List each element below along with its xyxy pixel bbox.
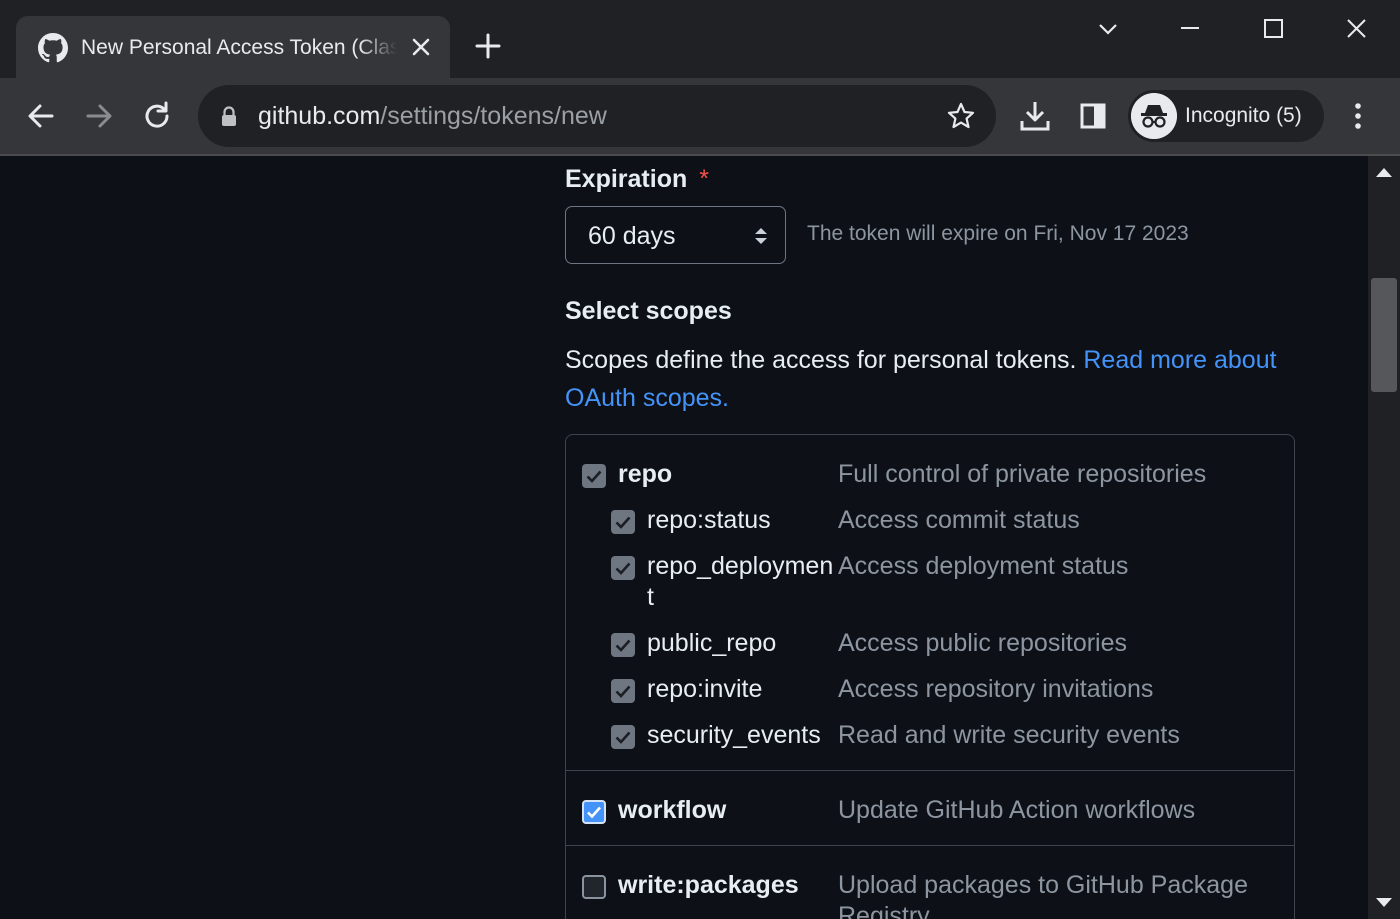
address-bar[interactable]: github.com/settings/tokens/new <box>198 85 996 147</box>
scope-checkbox-repo-deployment[interactable] <box>611 556 635 580</box>
close-icon[interactable] <box>408 34 434 60</box>
reload-icon[interactable] <box>137 96 177 136</box>
scope-name: public_repo <box>647 629 777 657</box>
minimize-icon[interactable] <box>1173 12 1207 46</box>
scope-description: Access commit status <box>838 506 1080 534</box>
incognito-profile-button[interactable]: Incognito (5) <box>1128 90 1324 142</box>
scopes-description: Scopes define the access for personal to… <box>565 346 1277 412</box>
check-icon <box>615 516 631 529</box>
check-icon <box>587 806 601 819</box>
required-marker: * <box>699 165 709 193</box>
scope-name: repo:status <box>647 506 771 534</box>
page-scrollbar[interactable] <box>1368 156 1400 919</box>
scope-group-divider <box>566 770 1294 771</box>
scope-checkbox-workflow[interactable] <box>582 800 606 824</box>
url-text[interactable]: github.com/settings/tokens/new <box>258 100 607 132</box>
side-panel-icon[interactable] <box>1073 96 1113 136</box>
download-icon[interactable] <box>1015 96 1055 136</box>
scope-name: repo <box>618 460 673 488</box>
select-caret-icon <box>755 228 767 244</box>
profile-label: Incognito (5) <box>1185 104 1302 127</box>
bookmark-star-icon[interactable] <box>946 101 976 131</box>
scope-checkbox-write-packages[interactable] <box>582 875 606 899</box>
scope-group-divider <box>566 845 1294 846</box>
tab-strip: New Personal Access Token (Classic) <box>0 0 1400 78</box>
forward-arrow-icon[interactable] <box>79 96 119 136</box>
page-content: Expiration * 60 days The token will expir… <box>0 156 1368 919</box>
tab-title: New Personal Access Token (Classic) <box>81 36 397 59</box>
expiration-select[interactable]: 60 days <box>565 206 786 264</box>
scope-checkbox-repo[interactable] <box>582 464 606 488</box>
browser-toolbar: github.com/settings/tokens/new Incognito… <box>0 78 1400 154</box>
lock-icon[interactable] <box>220 105 238 127</box>
scope-name: write:packages <box>618 871 799 899</box>
scope-checkbox-repo-invite[interactable] <box>611 679 635 703</box>
more-menu-icon[interactable] <box>1338 96 1378 136</box>
check-icon <box>615 685 631 698</box>
window-close-icon[interactable] <box>1339 12 1373 46</box>
scope-checkbox-repo-status[interactable] <box>611 510 635 534</box>
scope-checkbox-security-events[interactable] <box>611 725 635 749</box>
github-icon <box>38 33 68 63</box>
scope-checkbox-public-repo[interactable] <box>611 633 635 657</box>
scope-name: security_events <box>647 721 821 749</box>
scrollbar-thumb[interactable] <box>1371 278 1397 392</box>
scope-description: Full control of private repositories <box>838 460 1207 488</box>
check-icon <box>615 639 631 652</box>
scope-description: Read and write security events <box>838 721 1180 749</box>
scope-description: Update GitHub Action workflows <box>838 796 1196 824</box>
maximize-icon[interactable] <box>1256 12 1290 46</box>
check-icon <box>615 562 631 575</box>
select-scopes-heading: Select scopes <box>565 297 732 325</box>
expiration-note: The token will expire on Fri, Nov 17 202… <box>807 222 1189 245</box>
scroll-up-arrow-icon[interactable] <box>1376 168 1392 177</box>
expiration-label: Expiration * <box>565 165 709 193</box>
tab-search-icon[interactable] <box>1091 12 1125 46</box>
url-path: /settings/tokens/new <box>380 102 607 130</box>
scope-name: repo:invite <box>647 675 763 703</box>
browser-tab[interactable]: New Personal Access Token (Classic) <box>16 16 450 78</box>
scope-name: repo_deployment <box>647 552 834 611</box>
back-arrow-icon[interactable] <box>21 96 61 136</box>
scroll-down-arrow-icon[interactable] <box>1376 898 1392 907</box>
scope-name: workflow <box>618 796 727 824</box>
scope-description: Access repository invitations <box>838 675 1154 703</box>
scope-description: Upload packages to GitHub Package Regist… <box>838 871 1248 919</box>
incognito-icon <box>1131 93 1177 139</box>
expiration-value: 60 days <box>588 222 676 250</box>
url-host: github.com <box>258 102 381 130</box>
check-icon <box>586 470 602 483</box>
scopes-list: repo Full control of private repositorie… <box>565 434 1295 919</box>
check-icon <box>615 731 631 744</box>
scope-description: Access public repositories <box>838 629 1128 657</box>
new-tab-icon[interactable] <box>473 31 503 61</box>
scope-description: Access deployment status <box>838 552 1129 580</box>
